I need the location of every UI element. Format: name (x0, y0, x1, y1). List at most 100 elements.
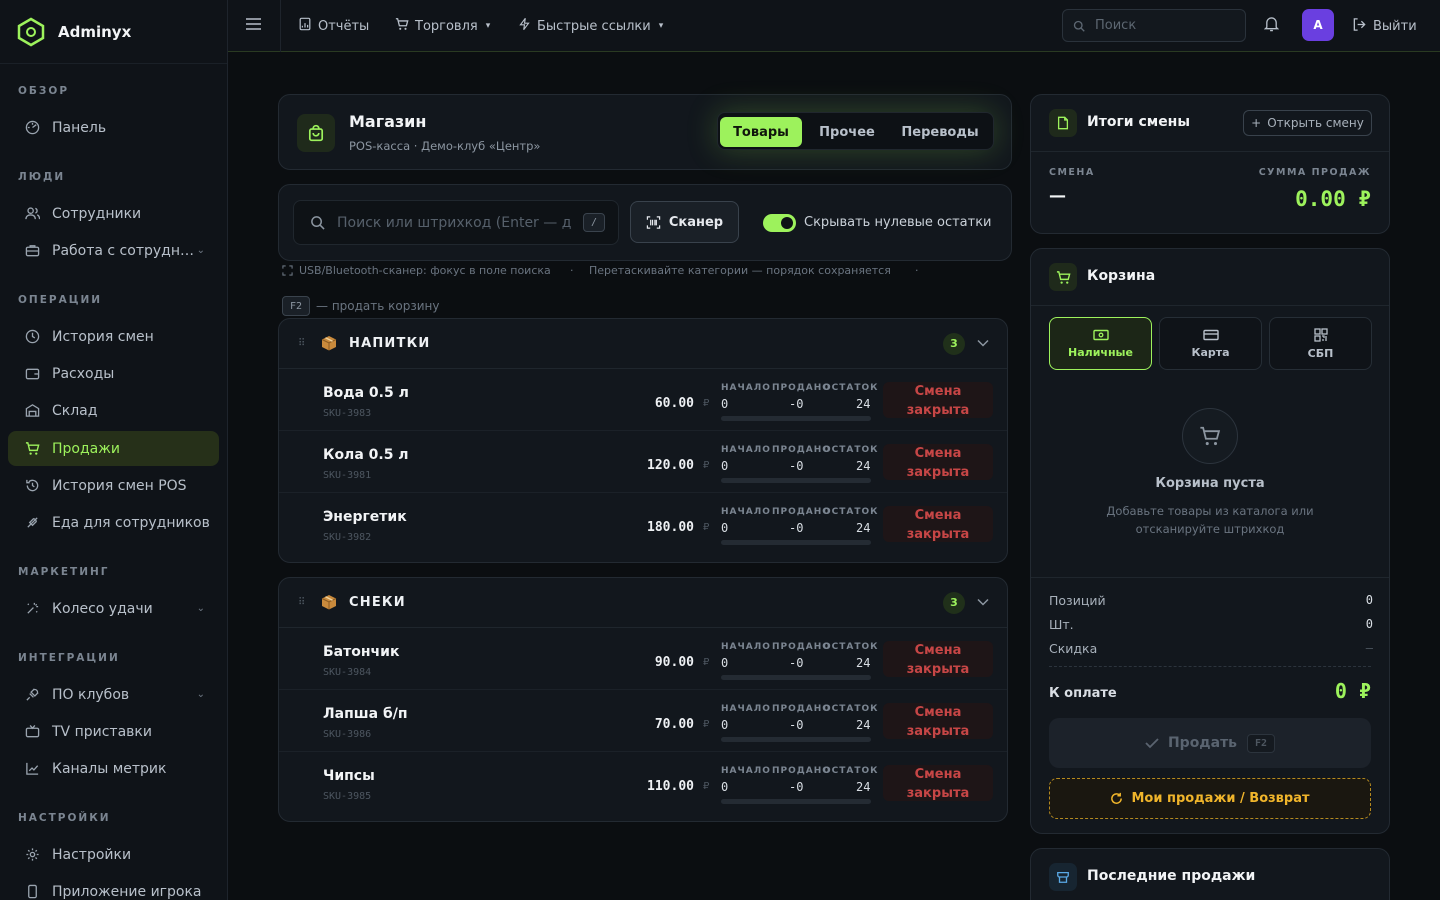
food-icon (24, 515, 40, 531)
cart-title: Корзина (1087, 268, 1156, 284)
trade-menu[interactable]: Торговля ▾ (395, 0, 490, 52)
payment-cash-button[interactable]: Наличные (1049, 317, 1152, 370)
sidebar-item-player-app[interactable]: Приложение игрока (8, 874, 219, 900)
chevron-down-icon[interactable] (977, 595, 989, 610)
tab-products[interactable]: Товары (720, 117, 802, 147)
caret-down-icon: ▾ (658, 21, 664, 31)
phone-icon (24, 884, 40, 900)
stat-label-left: ОСТАТОК (823, 642, 879, 652)
sidebar-item-sales[interactable]: Продажи (8, 431, 219, 466)
category-header[interactable]: ⠿ НАПИТКИ 3 (279, 319, 1007, 369)
chevron-down-icon[interactable] (977, 336, 989, 351)
sidebar-item-dashboard[interactable]: Панель (8, 110, 219, 145)
product-name: Чипсы (323, 768, 375, 784)
stat-start-value: 0 (721, 397, 729, 411)
tab-transfers[interactable]: Переводы (890, 117, 990, 147)
avatar[interactable]: A (1302, 9, 1334, 41)
sidebar-item-lucky-wheel[interactable]: Колесо удачи ⌄ (8, 591, 219, 626)
shift-closed-badge: Смена закрыта (883, 506, 993, 542)
product-price: 70.00 (654, 717, 694, 732)
sidebar-item-tv-boxes[interactable]: TV приставки (8, 714, 219, 749)
category-header[interactable]: ⠿ СНЕКИ 3 (279, 578, 1007, 628)
logout-button[interactable]: Выйти (1352, 0, 1417, 52)
shift-value: — (1049, 186, 1066, 206)
product-row[interactable]: Кола 0.5 л SKU-3981 120.00 ₽ НАЧАЛО ПРОДАНО ОС… (279, 431, 1007, 493)
product-sku: SKU-3986 (323, 729, 372, 740)
hide-zero-label: Скрывать нулевые остатки (804, 215, 992, 230)
stat-left-value: 24 (856, 718, 871, 732)
chevron-down-icon: ⌄ (196, 689, 205, 700)
global-search-input[interactable]: Поиск (1062, 9, 1246, 42)
positions-label: Позиций (1049, 593, 1106, 608)
sell-button[interactable]: Продать F2 (1049, 718, 1371, 768)
sidebar-item-staff-food[interactable]: Еда для сотрудников (8, 505, 219, 540)
plug-icon (24, 687, 40, 703)
payment-cash-label: Наличные (1068, 345, 1133, 359)
category-count-badge: 3 (943, 591, 965, 614)
check-icon (1145, 737, 1159, 749)
sidebar-item-employees[interactable]: Сотрудники (8, 196, 219, 231)
product-row[interactable]: Энергетик SKU-3982 180.00 ₽ НАЧАЛО ПРОДАНО ОСТ… (279, 493, 1007, 555)
stat-start-value: 0 (721, 521, 729, 535)
cart-card: Корзина Наличные Карта СБП Корзина пуста… (1030, 248, 1390, 834)
stat-left-value: 24 (856, 459, 871, 473)
scanner-button[interactable]: Сканер (630, 201, 739, 243)
stat-left-value: 24 (856, 656, 871, 670)
product-sku: SKU-3983 (323, 408, 372, 419)
reports-link[interactable]: Отчёты (298, 0, 369, 52)
product-sku: SKU-3984 (323, 667, 372, 678)
tab-other[interactable]: Прочее (806, 117, 888, 147)
payment-sbp-button[interactable]: СБП (1269, 317, 1372, 370)
scanner-label: Сканер (668, 214, 724, 230)
product-search-input[interactable]: Поиск или штрихкод (Enter — д / (293, 200, 619, 245)
open-shift-label: Открыть смену (1267, 116, 1364, 130)
hide-zero-toggle[interactable] (763, 214, 796, 232)
sidebar-item-label: ПО клубов (52, 686, 130, 703)
sidebar-item-shift-history[interactable]: История смен (8, 319, 219, 354)
hexagon-logo-icon (16, 17, 46, 47)
drag-handle-icon[interactable]: ⠿ (298, 597, 305, 608)
my-sales-returns-button[interactable]: Мои продажи / Возврат (1049, 778, 1371, 819)
product-name: Вода 0.5 л (323, 385, 409, 401)
product-sku: SKU-3982 (323, 532, 372, 543)
payment-card-button[interactable]: Карта (1159, 317, 1262, 370)
empty-cart-icon (1182, 408, 1238, 464)
sidebar-item-label: Приложение игрока (52, 883, 202, 900)
quick-links-menu[interactable]: Быстрые ссылки ▾ (518, 0, 663, 52)
sidebar-item-label: Расходы (52, 365, 115, 382)
plus-icon: + (1251, 116, 1262, 130)
drag-handle-icon[interactable]: ⠿ (298, 338, 305, 349)
reports-label: Отчёты (318, 18, 370, 34)
stat-sold-value: -0 (789, 718, 804, 732)
stock-progress-bar (721, 675, 871, 680)
sidebar-item-warehouse[interactable]: Склад (8, 393, 219, 428)
product-row[interactable]: Чипсы SKU-3985 110.00 ₽ НАЧАЛО ПРОДАНО ОСТАТОК… (279, 752, 1007, 814)
discount-row: Скидка — (1049, 641, 1373, 656)
currency-sign: ₽ (703, 398, 710, 409)
stock-progress-bar (721, 478, 871, 483)
sell-label: Продать (1167, 735, 1238, 751)
sidebar-item-label: Каналы метрик (52, 760, 167, 777)
sidebar: Adminyx ОБЗОР Панель ЛЮДИ Сотрудники Раб… (0, 0, 228, 900)
sidebar-item-club-software[interactable]: ПО клубов ⌄ (8, 677, 219, 712)
menu-toggle-button[interactable] (245, 0, 268, 52)
notifications-button[interactable] (1263, 0, 1285, 52)
empty-cart-text-line2: отсканируйте штрихкод (1135, 522, 1285, 536)
open-shift-button[interactable]: + Открыть смену (1243, 110, 1372, 136)
stock-progress-bar (721, 416, 871, 421)
product-row[interactable]: Вода 0.5 л SKU-3983 60.00 ₽ НАЧАЛО ПРОДАНО ОСТ… (279, 369, 1007, 431)
product-row[interactable]: Лапша б/п SKU-3986 70.00 ₽ НАЧАЛО ПРОДАНО ОСТА… (279, 690, 1007, 752)
sidebar-item-expenses[interactable]: Расходы (8, 356, 219, 391)
empty-cart-title: Корзина пуста (1155, 476, 1265, 491)
sidebar-item-settings[interactable]: Настройки (8, 837, 219, 872)
stat-label-left: ОСТАТОК (823, 445, 879, 455)
divider (1031, 151, 1389, 152)
sidebar-item-staff-work[interactable]: Работа с сотрудн… ⌄ (8, 233, 219, 268)
sidebar-item-pos-shift-history[interactable]: История смен POS (8, 468, 219, 503)
positions-value: 0 (1365, 593, 1373, 607)
stat-start-value: 0 (721, 459, 729, 473)
brand[interactable]: Adminyx (0, 0, 227, 64)
sidebar-item-metric-channels[interactable]: Каналы метрик (8, 751, 219, 786)
topbar: Отчёты Торговля ▾ Быстрые ссылки ▾ Поиск… (228, 0, 1440, 52)
product-row[interactable]: Батончик SKU-3984 90.00 ₽ НАЧАЛО ПРОДАНО ОСТАТ… (279, 628, 1007, 690)
